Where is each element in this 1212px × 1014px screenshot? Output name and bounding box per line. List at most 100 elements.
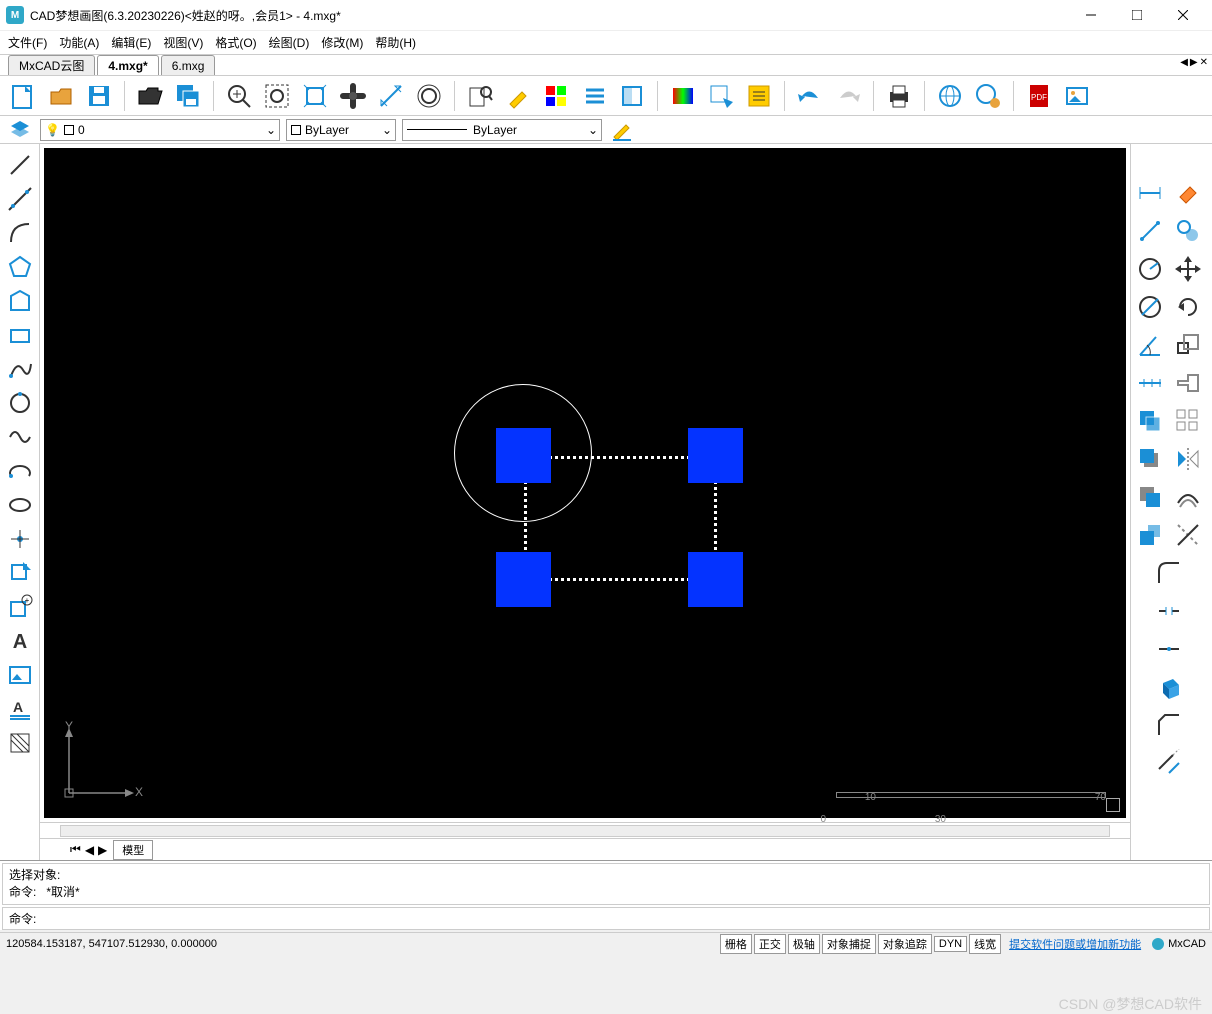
box-3d-icon[interactable] xyxy=(1131,668,1207,706)
zoom-window-icon[interactable] xyxy=(260,79,294,113)
command-line[interactable]: 命令: xyxy=(2,907,1210,930)
menu-modify[interactable]: 修改(M) xyxy=(321,34,363,51)
folder-open-icon[interactable] xyxy=(133,79,167,113)
tab-close-icon[interactable]: ✕ xyxy=(1200,57,1208,68)
break-icon[interactable] xyxy=(1131,592,1207,630)
osnap-toggle[interactable]: 对象捕捉 xyxy=(822,934,876,954)
dim-continue-icon[interactable] xyxy=(1131,364,1169,402)
arc-tool-icon[interactable] xyxy=(3,216,37,250)
trim-icon[interactable] xyxy=(1169,516,1207,554)
layers-stack-icon[interactable] xyxy=(1131,402,1169,440)
menu-draw[interactable]: 绘图(D) xyxy=(269,34,310,51)
tab-first-icon[interactable]: ⏮ xyxy=(70,842,81,857)
dim-linear-icon[interactable] xyxy=(1131,174,1169,212)
image-icon[interactable] xyxy=(1060,79,1094,113)
tab-prev-icon[interactable]: ◀ xyxy=(85,843,94,857)
extend-icon[interactable] xyxy=(1131,744,1207,782)
new-file-icon[interactable] xyxy=(6,79,40,113)
layer-icon[interactable] xyxy=(615,79,649,113)
copy-icon[interactable] xyxy=(1169,212,1207,250)
send-back-icon[interactable] xyxy=(1131,478,1169,516)
measure-icon[interactable] xyxy=(374,79,408,113)
feedback-link[interactable]: 提交软件问题或增加新功能 xyxy=(1009,936,1141,952)
mtext-tool-icon[interactable]: A xyxy=(3,692,37,726)
array-icon[interactable] xyxy=(1169,402,1207,440)
pan-icon[interactable] xyxy=(336,79,370,113)
zoom-realtime-icon[interactable] xyxy=(412,79,446,113)
layer-manager-icon[interactable] xyxy=(6,118,34,142)
curve-tool-icon[interactable] xyxy=(3,420,37,454)
fillet-icon[interactable] xyxy=(1131,554,1207,592)
ellipse-arc-icon[interactable] xyxy=(3,454,37,488)
offset-icon[interactable] xyxy=(1169,478,1207,516)
rectangle-tool-icon[interactable] xyxy=(3,318,37,352)
mirror-icon[interactable] xyxy=(1169,440,1207,478)
model-tab[interactable]: 模型 xyxy=(113,840,153,860)
block-create-icon[interactable]: + xyxy=(3,590,37,624)
list-icon[interactable] xyxy=(577,79,611,113)
otrack-toggle[interactable]: 对象追踪 xyxy=(878,934,932,954)
viewcube-icon[interactable] xyxy=(1106,798,1120,812)
line-tool-icon[interactable] xyxy=(3,148,37,182)
dyn-toggle[interactable]: DYN xyxy=(934,936,967,952)
erase-icon[interactable] xyxy=(1169,174,1207,212)
construction-line-icon[interactable] xyxy=(3,182,37,216)
text-tool-icon[interactable]: A xyxy=(3,624,37,658)
image-insert-icon[interactable] xyxy=(3,658,37,692)
undo-icon[interactable] xyxy=(793,79,827,113)
rotate-icon[interactable] xyxy=(1169,288,1207,326)
print-icon[interactable] xyxy=(882,79,916,113)
scale-icon[interactable] xyxy=(1169,326,1207,364)
find-icon[interactable] xyxy=(463,79,497,113)
select-tool-icon[interactable] xyxy=(704,79,738,113)
point-tool-icon[interactable] xyxy=(3,522,37,556)
move-icon[interactable] xyxy=(1169,250,1207,288)
chamfer-icon[interactable] xyxy=(1131,706,1207,744)
bring-front-icon[interactable] xyxy=(1131,440,1169,478)
doc-tab[interactable]: 4.mxg* xyxy=(97,55,158,75)
gradient-icon[interactable] xyxy=(666,79,700,113)
lineweight-dropdown[interactable]: ByLayer ⌄ xyxy=(402,119,602,141)
save-icon[interactable] xyxy=(82,79,116,113)
dim-diameter-icon[interactable] xyxy=(1131,288,1169,326)
color-palette-icon[interactable] xyxy=(539,79,573,113)
doc-tab[interactable]: 6.mxg xyxy=(161,55,216,75)
dim-angular-icon[interactable] xyxy=(1131,326,1169,364)
redo-icon[interactable] xyxy=(831,79,865,113)
dim-radius-icon[interactable] xyxy=(1131,250,1169,288)
edit-pencil-icon[interactable] xyxy=(608,118,636,142)
dim-aligned-icon[interactable] xyxy=(1131,212,1169,250)
stretch-icon[interactable] xyxy=(1169,364,1207,402)
zoom-extents-icon[interactable] xyxy=(298,79,332,113)
tab-next-icon[interactable]: ▶ xyxy=(98,843,107,857)
menu-format[interactable]: 格式(O) xyxy=(215,34,256,51)
drawing-canvas[interactable]: Y X 10 70 30 0 xyxy=(44,148,1126,818)
circle-tool-icon[interactable] xyxy=(3,386,37,420)
linetype-dropdown[interactable]: ByLayer ⌄ xyxy=(286,119,396,141)
minimize-button[interactable] xyxy=(1068,0,1114,30)
group-icon[interactable] xyxy=(1131,516,1169,554)
layer-dropdown[interactable]: 💡 0 ⌄ xyxy=(40,119,280,141)
spline-tool-icon[interactable] xyxy=(3,352,37,386)
command-input[interactable] xyxy=(40,912,1203,926)
globe-gear-icon[interactable] xyxy=(971,79,1005,113)
open-file-icon[interactable] xyxy=(44,79,78,113)
close-button[interactable] xyxy=(1160,0,1206,30)
save-as-icon[interactable] xyxy=(171,79,205,113)
polygon-tool-icon[interactable] xyxy=(3,250,37,284)
menu-file[interactable]: 文件(F) xyxy=(8,34,47,51)
maximize-button[interactable] xyxy=(1114,0,1160,30)
menu-view[interactable]: 视图(V) xyxy=(163,34,203,51)
pdf-icon[interactable]: PDF xyxy=(1022,79,1056,113)
tab-prev-icon[interactable]: ◀ xyxy=(1180,57,1188,68)
highlight-icon[interactable] xyxy=(501,79,535,113)
ortho-toggle[interactable]: 正交 xyxy=(754,934,786,954)
ellipse-tool-icon[interactable] xyxy=(3,488,37,522)
lineweight-toggle[interactable]: 线宽 xyxy=(969,934,1001,954)
menu-help[interactable]: 帮助(H) xyxy=(375,34,416,51)
properties-icon[interactable] xyxy=(742,79,776,113)
doc-tab[interactable]: MxCAD云图 xyxy=(8,55,95,75)
polar-toggle[interactable]: 极轴 xyxy=(788,934,820,954)
globe-icon[interactable] xyxy=(933,79,967,113)
shape-tool-icon[interactable] xyxy=(3,284,37,318)
